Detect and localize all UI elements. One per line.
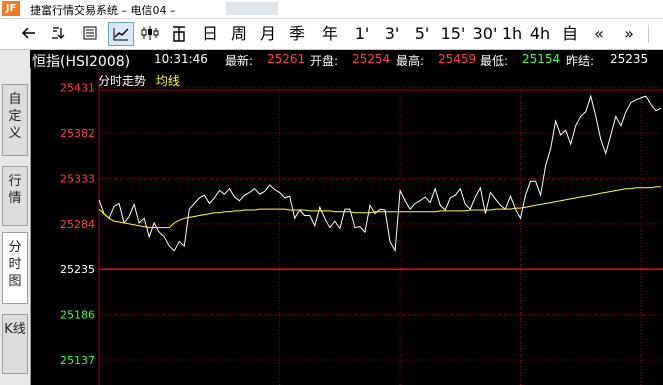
tab-kline[interactable]: K线 bbox=[2, 314, 28, 374]
1h-button[interactable]: 1h bbox=[500, 22, 524, 46]
tab-custom[interactable]: 自定义 bbox=[2, 84, 28, 156]
5min-button[interactable]: 5' bbox=[410, 22, 434, 46]
low-label: 最低: bbox=[480, 54, 509, 68]
3min-button[interactable]: 3' bbox=[380, 22, 404, 46]
toolbar-separator bbox=[648, 25, 649, 43]
kline-icon[interactable] bbox=[138, 22, 162, 46]
quote-time: 10:31:46 bbox=[154, 52, 208, 66]
toolbar: 日 周 月 季 年 1' 3' 5' 15' 30' 1h 4h 自 « » bbox=[0, 19, 663, 50]
season-button[interactable]: 季 bbox=[285, 22, 309, 46]
avg-line-label: 均线 bbox=[155, 74, 180, 88]
month-button[interactable]: 月 bbox=[256, 22, 280, 46]
y-tick-label: 25235 bbox=[60, 263, 95, 276]
average-line bbox=[98, 186, 661, 229]
high-label: 最高: bbox=[396, 54, 425, 68]
tab-minute-chart[interactable]: 分时图 bbox=[2, 232, 28, 304]
low-value: 25154 bbox=[522, 52, 561, 66]
latest-label: 最新: bbox=[225, 54, 254, 68]
high-value: 25459 bbox=[438, 52, 477, 66]
y-tick-label: 25382 bbox=[60, 127, 95, 140]
price-line bbox=[98, 94, 662, 253]
15min-button[interactable]: 15' bbox=[438, 22, 468, 46]
30min-button[interactable]: 30' bbox=[470, 22, 500, 46]
1min-button[interactable]: 1' bbox=[350, 22, 374, 46]
prev-close-label: 昨结: bbox=[566, 54, 595, 68]
chart-title: 分时走势 bbox=[98, 74, 147, 88]
week-button[interactable]: 周 bbox=[227, 22, 251, 46]
window-title: 捷富行情交易系统 – 电信04 – bbox=[30, 4, 176, 17]
prev-icon[interactable]: « bbox=[588, 22, 610, 46]
y-tick-label: 25284 bbox=[60, 218, 95, 231]
open-label: 开盘: bbox=[310, 54, 339, 68]
year-button[interactable]: 年 bbox=[318, 22, 342, 46]
title-bar: JF 捷富行情交易系统 – 电信04 – bbox=[0, 0, 663, 19]
back-arrow-icon[interactable] bbox=[18, 22, 40, 46]
list-icon[interactable] bbox=[79, 22, 101, 46]
y-tick-label: 25333 bbox=[60, 172, 95, 185]
y-tick-label: 25431 bbox=[60, 82, 95, 95]
sidebar: 自定义 行情 分时图 K线 bbox=[0, 50, 31, 385]
day-button[interactable]: 日 bbox=[198, 22, 222, 46]
instrument-name: 恒指(HSI2008) bbox=[32, 54, 131, 70]
4h-button[interactable]: 4h bbox=[528, 22, 552, 46]
quote-info-bar: 恒指(HSI2008) 10:31:46 最新: 25261 开盘: 25254… bbox=[30, 50, 663, 70]
open-value: 25254 bbox=[352, 52, 391, 66]
quote-icon[interactable] bbox=[168, 22, 190, 46]
custom-button[interactable]: 自 bbox=[558, 22, 582, 46]
title-redacted bbox=[226, 2, 278, 15]
minute-chart-icon[interactable] bbox=[108, 22, 134, 46]
shortcut-icon[interactable] bbox=[48, 22, 70, 46]
y-tick-label: 25137 bbox=[60, 354, 95, 367]
tab-quotes[interactable]: 行情 bbox=[2, 166, 28, 226]
latest-value: 25261 bbox=[267, 52, 306, 66]
y-tick-label: 25186 bbox=[60, 309, 95, 322]
next-icon[interactable]: » bbox=[618, 22, 640, 46]
app-logo-icon: JF bbox=[2, 1, 20, 16]
chart-subheader: 分时走势 均线 bbox=[98, 72, 180, 89]
prev-close-value: 25235 bbox=[610, 52, 649, 66]
